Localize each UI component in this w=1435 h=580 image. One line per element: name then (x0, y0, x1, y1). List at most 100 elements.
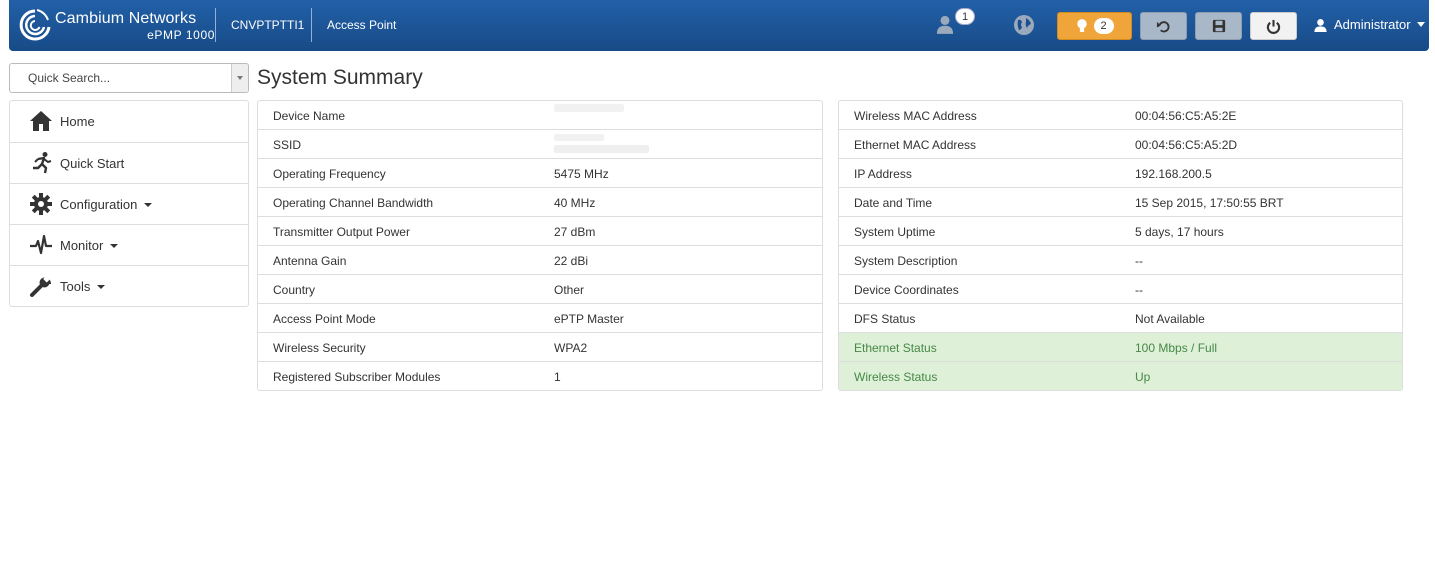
table-row: Antenna Gain 22 dBi (258, 245, 822, 274)
row-key: Transmitter Output Power (273, 225, 410, 239)
row-value: 15 Sep 2015, 17:50:55 BRT (1135, 196, 1284, 210)
sidebar-item-tools[interactable]: Tools (10, 265, 248, 306)
table-row: Access Point Mode ePTP Master (258, 303, 822, 332)
cambium-logo[interactable]: Cambium Networks ePMP 1000 (19, 8, 215, 44)
table-row: Device Coordinates -- (839, 274, 1402, 303)
row-key: Antenna Gain (273, 254, 347, 268)
row-key: Registered Subscriber Modules (273, 370, 441, 384)
table-row-status-ok: Ethernet Status 100 Mbps / Full (839, 332, 1402, 361)
row-key: System Uptime (854, 225, 936, 239)
user-name: Administrator (1334, 17, 1411, 32)
row-value: Not Available (1135, 312, 1205, 326)
table-row: System Uptime 5 days, 17 hours (839, 216, 1402, 245)
table-row: Ethernet MAC Address 00:04:56:C5:A5:2D (839, 129, 1402, 158)
gear-icon (30, 193, 52, 215)
redacted-value (554, 145, 649, 153)
table-row: SSID (258, 129, 822, 158)
row-key: Wireless Status (854, 370, 938, 384)
row-value: Up (1135, 370, 1151, 384)
redacted-value (554, 104, 624, 112)
row-key: Operating Channel Bandwidth (273, 196, 434, 210)
sidebar-item-monitor[interactable]: Monitor (10, 224, 248, 265)
quick-search[interactable] (9, 63, 249, 93)
row-value: 40 MHz (554, 196, 596, 210)
table-row: Country Other (258, 274, 822, 303)
sidebar-item-quick-start[interactable]: Quick Start (10, 142, 248, 183)
table-row: Operating Frequency 5475 MHz (258, 158, 822, 187)
table-row: Wireless Security WPA2 (258, 332, 822, 361)
row-value: ePTP Master (554, 312, 624, 326)
sidebar-item-label: Monitor (60, 238, 119, 253)
system-summary-table-left: Device Name SSID Operating Frequency 547… (257, 100, 823, 391)
floppy-disk-icon (1212, 19, 1225, 33)
chevron-down-icon (144, 202, 153, 207)
row-value: 1 (554, 370, 561, 384)
table-row: Device Name (258, 101, 822, 129)
row-value: 192.168.200.5 (1135, 167, 1212, 181)
row-key: Wireless Security (273, 341, 366, 355)
lightbulb-icon (1076, 19, 1087, 32)
row-value: 22 dBi (554, 254, 589, 268)
row-value: 5475 MHz (554, 167, 609, 181)
table-row: Registered Subscriber Modules 1 (258, 361, 822, 390)
row-key: SSID (273, 138, 302, 152)
table-row: Date and Time 15 Sep 2015, 17:50:55 BRT (839, 187, 1402, 216)
brand-name: Cambium Networks (55, 10, 197, 27)
power-icon (1266, 19, 1281, 34)
row-key: Access Point Mode (273, 312, 376, 326)
row-value: 5 days, 17 hours (1135, 225, 1224, 239)
row-key: IP Address (854, 167, 912, 181)
cambium-logo-icon (19, 9, 51, 41)
page-title: System Summary (257, 66, 423, 89)
chevron-down-icon (1416, 22, 1425, 27)
row-value: -- (1135, 283, 1143, 297)
chevron-down-icon (110, 243, 119, 248)
sidebar-nav: Home Quick Start Configuration Monitor T… (9, 100, 249, 307)
system-summary-table-right: Wireless MAC Address 00:04:56:C5:A5:2E E… (838, 100, 1403, 391)
row-key: Operating Frequency (273, 167, 386, 181)
table-row: Operating Channel Bandwidth 40 MHz (258, 187, 822, 216)
header-divider (215, 8, 216, 42)
device-id: CNVPTPTTI1 (231, 18, 305, 32)
row-key: Date and Time (854, 196, 933, 210)
reboot-button[interactable] (1250, 12, 1297, 40)
table-row: DFS Status Not Available (839, 303, 1402, 332)
connected-users-badge: 1 (955, 8, 975, 25)
table-row: Transmitter Output Power 27 dBm (258, 216, 822, 245)
table-row: IP Address 192.168.200.5 (839, 158, 1402, 187)
row-value: 27 dBm (554, 225, 596, 239)
sidebar-item-configuration[interactable]: Configuration (10, 183, 248, 224)
header-divider (311, 8, 312, 42)
row-value: 100 Mbps / Full (1135, 341, 1218, 355)
sidebar-item-label: Tools (60, 279, 106, 294)
alerts-count-badge: 2 (1093, 18, 1114, 34)
row-value: 00:04:56:C5:A5:2E (1135, 109, 1237, 123)
row-key: Ethernet MAC Address (854, 138, 977, 152)
globe-icon[interactable] (1012, 13, 1036, 37)
connected-users-indicator[interactable]: 1 (934, 8, 978, 42)
undo-button[interactable] (1140, 12, 1187, 40)
top-navbar: Cambium Networks ePMP 1000 CNVPTPTTI1 Ac… (9, 0, 1429, 51)
user-icon (936, 15, 954, 34)
quick-search-input[interactable] (28, 71, 228, 85)
row-key: System Description (854, 254, 958, 268)
alerts-button[interactable]: 2 (1057, 12, 1132, 40)
sidebar-item-home[interactable]: Home (10, 101, 248, 142)
chevron-down-icon (97, 284, 106, 289)
device-mode: Access Point (327, 18, 397, 32)
table-row: Wireless MAC Address 00:04:56:C5:A5:2E (839, 101, 1402, 129)
row-key: Country (273, 283, 316, 297)
row-key: Wireless MAC Address (854, 109, 977, 123)
user-icon (1314, 18, 1327, 32)
save-button[interactable] (1195, 12, 1242, 40)
redacted-value (554, 134, 604, 141)
pulse-icon (30, 234, 52, 255)
home-icon (30, 111, 52, 131)
row-key: DFS Status (854, 312, 916, 326)
user-menu[interactable]: Administrator (1314, 17, 1425, 32)
row-value: -- (1135, 254, 1143, 268)
row-value: WPA2 (554, 341, 588, 355)
undo-icon (1156, 20, 1170, 32)
dropdown-arrow-icon[interactable] (231, 64, 248, 92)
row-key: Ethernet Status (854, 341, 937, 355)
